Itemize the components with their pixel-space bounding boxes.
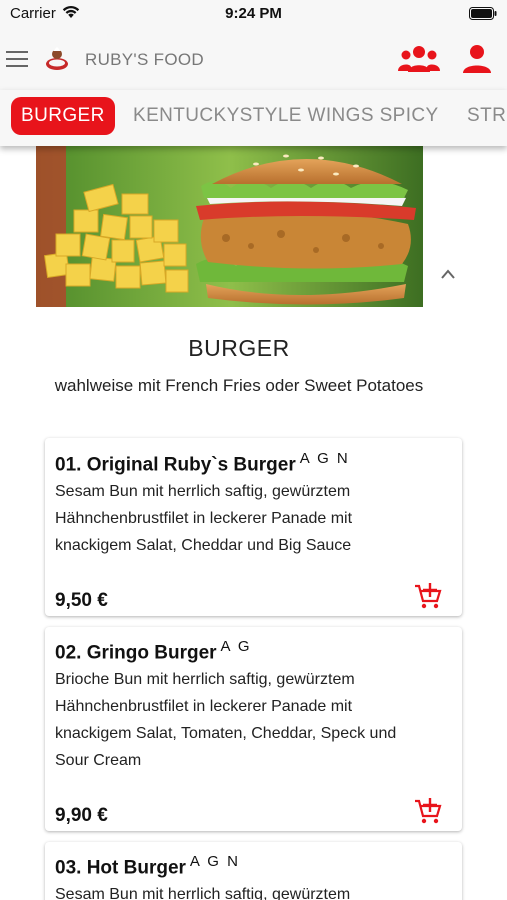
menu-item-price: 9,50 € xyxy=(55,590,108,611)
category-subtitle: wahlweise mit French Fries oder Sweet Po… xyxy=(54,376,424,395)
brand-name: RUBY'S FOOD xyxy=(85,50,204,69)
menu-item-title: 01. Original Ruby`s Burger xyxy=(55,454,296,476)
tab-kentuckystyle-wings-spicy[interactable]: KENTUCKYSTYLE WINGS SPICY xyxy=(133,97,439,135)
menu-item-title: 03. Hot Burger xyxy=(55,857,186,879)
app-header: RUBY'S FOOD xyxy=(0,28,507,90)
status-bar: Carrier 9:24 PM xyxy=(0,0,507,28)
description-line: Sesam Bun mit herrlich saftig, gewürztem xyxy=(55,886,351,900)
menu-item-card[interactable]: 02. Gringo Burger A G Brioche Bun mit her… xyxy=(45,627,462,831)
menu-item-card[interactable]: 03. Hot Burger A G N Sesam Bun mit herrli… xyxy=(45,842,462,900)
tab-burger[interactable]: BURGER xyxy=(11,97,115,135)
menu-item-description: Sesam Bun mit herrlich saftig, gewürztem… xyxy=(55,478,425,559)
description-line: knackigem Salat, Cheddar und Big Sauce xyxy=(55,537,352,554)
category-hero-image xyxy=(36,146,423,307)
menu-item-title: 02. Gringo Burger xyxy=(55,642,217,664)
category-tabs: BURGER KENTUCKYSTYLE WINGS SPICY STR xyxy=(0,90,507,146)
menu-item-name: 03. Hot Burger A G N xyxy=(55,853,240,879)
add-to-cart-icon[interactable] xyxy=(414,797,442,825)
category-title: BURGER xyxy=(188,335,290,361)
description-line: Sesam Bun mit herrlich saftig, gewürztem xyxy=(55,483,351,500)
logo xyxy=(46,47,68,70)
add-to-cart-icon[interactable] xyxy=(414,582,442,610)
menu-item-name: 01. Original Ruby`s Burger A G N xyxy=(55,450,350,476)
allergen-codes: A G N xyxy=(189,853,240,870)
description-line: Brioche Bun mit herrlich saftig, gewürzt… xyxy=(55,671,355,688)
menu-item-price: 9,90 € xyxy=(55,805,108,826)
tab-str[interactable]: STR xyxy=(467,97,506,135)
clock: 9:24 PM xyxy=(225,5,282,22)
allergen-codes: A G N xyxy=(299,450,350,467)
description-line: Hähnchenbrustfilet in leckerer Panade mi… xyxy=(55,510,353,527)
menu-icon[interactable] xyxy=(6,50,28,68)
description-line: Sour Cream xyxy=(55,752,142,769)
chevron-up-icon[interactable] xyxy=(440,268,456,280)
description-line: knackigem Salat, Tomaten, Cheddar, Speck… xyxy=(55,725,397,742)
allergen-codes: A G xyxy=(220,638,252,655)
group-icon[interactable] xyxy=(398,44,440,74)
menu-item-name: 02. Gringo Burger A G xyxy=(55,638,252,664)
menu-item-description: Sesam Bun mit herrlich saftig, gewürztem xyxy=(55,881,425,900)
menu-item-card[interactable]: 01. Original Ruby`s Burger A G N Sesam Bu… xyxy=(45,438,462,616)
battery-icon xyxy=(469,7,497,20)
person-icon[interactable] xyxy=(461,43,493,75)
menu-item-description: Brioche Bun mit herrlich saftig, gewürzt… xyxy=(55,666,425,774)
description-line: Hähnchenbrustfilet in leckerer Panade mi… xyxy=(55,698,353,715)
